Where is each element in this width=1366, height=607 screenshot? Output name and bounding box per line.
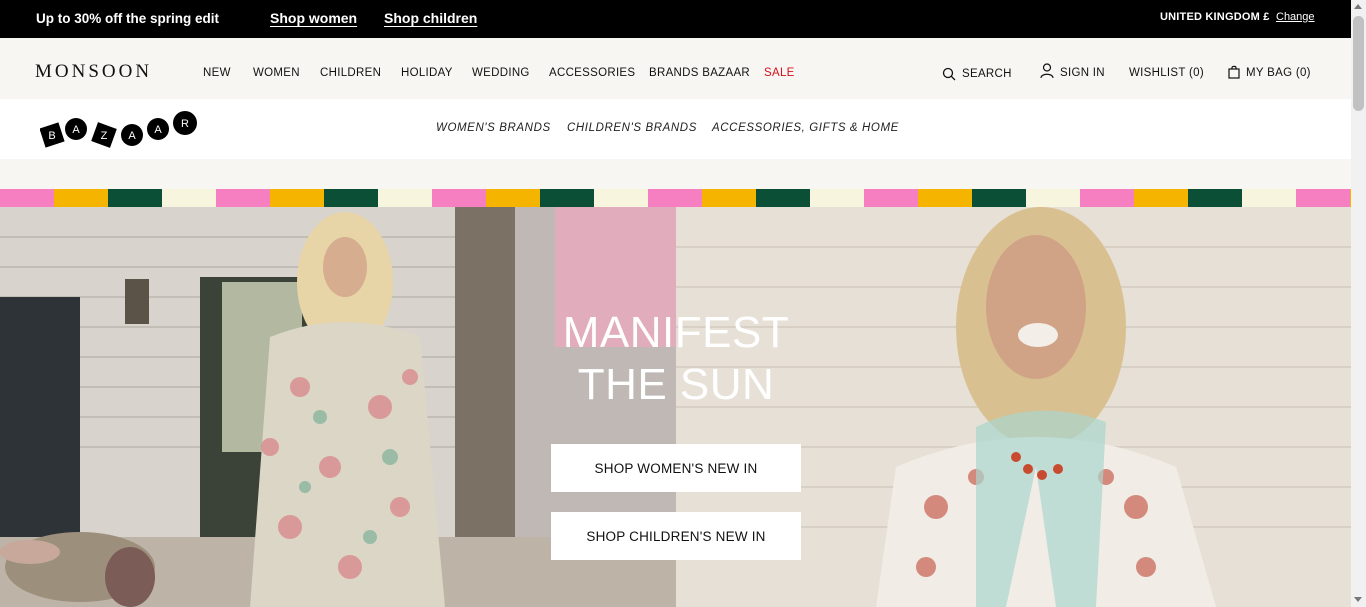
- wishlist-link[interactable]: WISHLIST (0): [1129, 67, 1204, 79]
- stripe-segment: [216, 189, 270, 207]
- bazaar-letter: R: [181, 118, 189, 130]
- stripe-segment: [594, 189, 648, 207]
- hero-headline: MANIFEST THE SUN: [476, 307, 876, 411]
- stripe-segment: [324, 189, 378, 207]
- stripe-segment: [1134, 189, 1188, 207]
- search-button[interactable]: SEARCH: [942, 67, 1012, 81]
- stripe-segment: [540, 189, 594, 207]
- stripe-segment: [1296, 189, 1350, 207]
- stripe-segment: [54, 189, 108, 207]
- nav-new[interactable]: NEW: [203, 67, 231, 79]
- spacer: [0, 159, 1351, 189]
- stripe-segment: [1080, 189, 1134, 207]
- stripe-segment: [702, 189, 756, 207]
- subnav-childrens-brands[interactable]: CHILDREN'S BRANDS: [567, 122, 697, 134]
- change-country-link[interactable]: Change: [1276, 11, 1315, 23]
- subnav-womens-brands[interactable]: WOMEN'S BRANDS: [436, 122, 551, 134]
- shop-children-link[interactable]: Shop children: [384, 10, 477, 26]
- nav-accessories[interactable]: ACCESSORIES: [549, 67, 635, 79]
- promo-bar: Up to 30% off the spring edit Shop women…: [0, 0, 1351, 38]
- hero-headline-line1: MANIFEST: [562, 308, 790, 357]
- bazaar-letter: B: [48, 130, 55, 142]
- shop-womens-new-in-button[interactable]: SHOP WOMEN'S NEW IN: [551, 444, 801, 492]
- nav-sale[interactable]: SALE: [764, 67, 795, 79]
- sign-in-label: SIGN IN: [1060, 67, 1105, 79]
- nav-women[interactable]: WOMEN: [253, 67, 300, 79]
- shopping-bag-icon: [1228, 65, 1240, 79]
- stripe-segment: [810, 189, 864, 207]
- bazaar-logo[interactable]: B A Z A A R: [40, 109, 202, 149]
- user-icon: [1040, 63, 1054, 79]
- scrollbar-thumb[interactable]: [1353, 16, 1364, 111]
- page-scrollbar[interactable]: [1351, 0, 1366, 607]
- scroll-up-arrow-icon[interactable]: [1354, 4, 1362, 9]
- stripe-segment: [432, 189, 486, 207]
- nav-brands-bazaar[interactable]: BRANDS BAZAAR: [649, 67, 750, 79]
- stripe-segment: [648, 189, 702, 207]
- shop-women-link[interactable]: Shop women: [270, 10, 357, 26]
- monsoon-logo[interactable]: MONSOON: [35, 61, 152, 83]
- stripe-segment: [486, 189, 540, 207]
- stripe-segment: [108, 189, 162, 207]
- nav-children[interactable]: CHILDREN: [320, 67, 381, 79]
- nav-holiday[interactable]: HOLIDAY: [401, 67, 453, 79]
- bag-button[interactable]: MY BAG (0): [1228, 65, 1311, 79]
- bazaar-letter: A: [128, 130, 136, 142]
- stripe-segment: [270, 189, 324, 207]
- scroll-down-arrow-icon[interactable]: [1354, 597, 1362, 602]
- shop-childrens-new-in-button[interactable]: SHOP CHILDREN'S NEW IN: [551, 512, 801, 560]
- stripe-segment: [378, 189, 432, 207]
- bazaar-logo-badges: [40, 111, 197, 148]
- sign-in-button[interactable]: SIGN IN: [1040, 63, 1105, 79]
- stripe-segment: [1026, 189, 1080, 207]
- promo-message: Up to 30% off the spring edit: [36, 11, 220, 26]
- stripe-segment: [756, 189, 810, 207]
- bag-label: MY BAG (0): [1246, 67, 1311, 79]
- bazaar-letter: Z: [101, 130, 108, 142]
- nav-wedding[interactable]: WEDDING: [472, 67, 530, 79]
- stripe-segment: [1242, 189, 1296, 207]
- country-selector-label: UNITED KINGDOM £: [1160, 11, 1270, 23]
- stripe-segment: [1188, 189, 1242, 207]
- bazaar-letter: A: [154, 124, 162, 136]
- search-icon: [942, 67, 956, 81]
- search-label: SEARCH: [962, 68, 1012, 80]
- hero-banner: MANIFEST THE SUN SHOP WOMEN'S NEW IN SHO…: [0, 207, 1351, 607]
- stripe-segment: [864, 189, 918, 207]
- subnav-accessories-gifts-home[interactable]: ACCESSORIES, GIFTS & HOME: [712, 122, 899, 134]
- stripe-segment: [0, 189, 54, 207]
- bazaar-subnav: B A Z A A R WOMEN'S BRANDS CHILDREN'S BR…: [0, 99, 1351, 159]
- bazaar-letter: A: [72, 124, 80, 136]
- stripe-segment: [162, 189, 216, 207]
- hero-headline-line2: THE SUN: [577, 360, 775, 409]
- main-navigation: MONSOON NEW WOMEN CHILDREN HOLIDAY WEDDI…: [0, 38, 1351, 99]
- stripe-segment: [972, 189, 1026, 207]
- decorative-stripe-band: [0, 189, 1351, 207]
- stripe-segment: [918, 189, 972, 207]
